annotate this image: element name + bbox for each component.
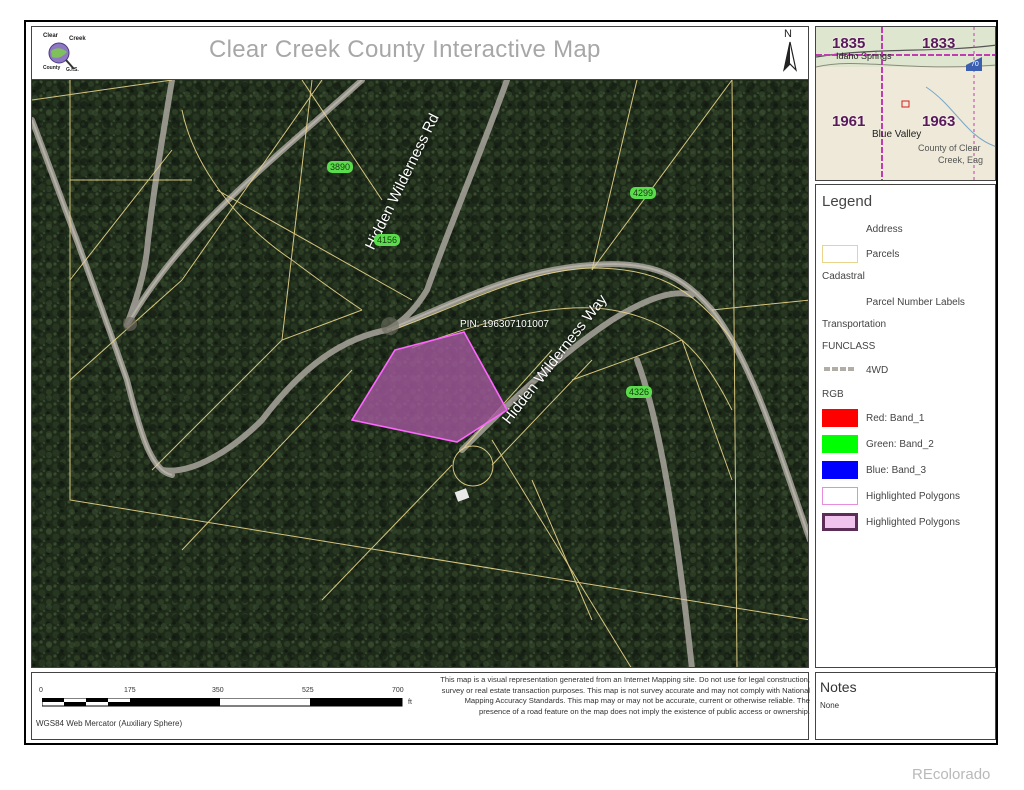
watermark: REcolorado [912, 766, 991, 783]
address-label: 4156 [374, 234, 401, 246]
green-band-swatch [822, 435, 858, 453]
legend-item-red-band: Red: Band_1 [866, 413, 925, 424]
logo: Clear Creek County G.I.S. [40, 32, 90, 76]
aerial-imagery [32, 80, 808, 667]
highlight-fill-swatch [822, 513, 858, 531]
scale-bar-graphic [42, 698, 403, 707]
notes-title: Notes [820, 679, 857, 695]
footer-info: 0 175 350 525 700 ft WGS84 Web Mercator … [31, 672, 810, 740]
legend-item-cadastral: Cadastral [822, 271, 865, 282]
address-label: 4299 [630, 187, 657, 199]
overview-section-label: 1835 [832, 35, 866, 52]
legend-item-transportation: Transportation [822, 319, 887, 330]
overview-place-label: Blue Valley [872, 129, 922, 140]
page-title: Clear Creek County Interactive Map [209, 36, 601, 63]
address-label: 3890 [327, 161, 354, 173]
scale-tick-label: 0 [39, 687, 43, 694]
projection-label: WGS84 Web Mercator (Auxiliary Sphere) [36, 719, 183, 728]
main-map[interactable]: Hidden Wilderness Rd Hidden Wilderness W… [31, 79, 809, 668]
scale-tick-label: 525 [302, 687, 314, 694]
legend-title: Legend [822, 193, 873, 210]
scale-bar: 0 175 350 525 700 ft [39, 687, 420, 717]
notes-panel: Notes None [815, 672, 996, 740]
logo-text-county: County [43, 65, 61, 71]
scale-tick-label: 175 [124, 687, 136, 694]
overview-place-label: Idaho Springs [836, 51, 892, 61]
logo-text-gis: G.I.S. [66, 67, 79, 73]
overview-section-label: 1833 [922, 35, 956, 52]
parcels-swatch [822, 245, 858, 263]
address-label: 4326 [626, 386, 653, 398]
scale-tick-label: 350 [212, 687, 224, 694]
legend-item-rgb: RGB [822, 389, 844, 400]
north-label: N [784, 28, 792, 40]
4wd-road-swatch [824, 367, 856, 371]
scale-tick-label: 700 [392, 687, 404, 694]
blue-band-swatch [822, 461, 858, 479]
overview-place-label: County of Clear [918, 143, 981, 153]
logo-text-clear: Clear [43, 33, 59, 39]
disclaimer-text: This map is a visual representation gene… [440, 675, 810, 716]
legend-item-blue-band: Blue: Band_3 [866, 465, 927, 476]
map-layout-frame: Clear Creek County G.I.S. Clear Creek Co… [24, 20, 998, 745]
legend-item-green-band: Green: Band_2 [866, 439, 934, 450]
legend-panel: Legend Address Parcels Cadastral Parcel … [815, 184, 996, 668]
notes-value: None [820, 701, 840, 710]
highway-shield-label: 70 [971, 61, 979, 68]
legend-item-funclass: FUNCLASS [822, 341, 876, 352]
logo-text-creek: Creek [69, 36, 86, 42]
legend-item-4wd: 4WD [866, 365, 889, 376]
red-band-swatch [822, 409, 858, 427]
overview-section-label: 1963 [922, 113, 956, 130]
pin-label: PIN: 196307101007 [460, 319, 549, 330]
scale-unit: ft [408, 699, 412, 706]
legend-item-highlighted-polygons-outline: Highlighted Polygons [866, 491, 960, 502]
north-arrow: N [778, 28, 802, 74]
legend-item-parcels: Parcels [866, 249, 900, 260]
legend-item-address: Address [866, 224, 903, 235]
overview-place-label: Creek, Eag [938, 155, 984, 165]
overview-section-label: 1961 [832, 113, 866, 130]
highlight-outline-swatch [822, 487, 858, 505]
north-arrow-icon [782, 41, 798, 72]
legend-item-highlighted-polygons-fill: Highlighted Polygons [866, 517, 960, 528]
legend-item-parcel-number-labels: Parcel Number Labels [866, 297, 965, 308]
overview-map[interactable]: 1835 1833 1961 1963 Idaho Springs Blue V… [815, 26, 996, 181]
